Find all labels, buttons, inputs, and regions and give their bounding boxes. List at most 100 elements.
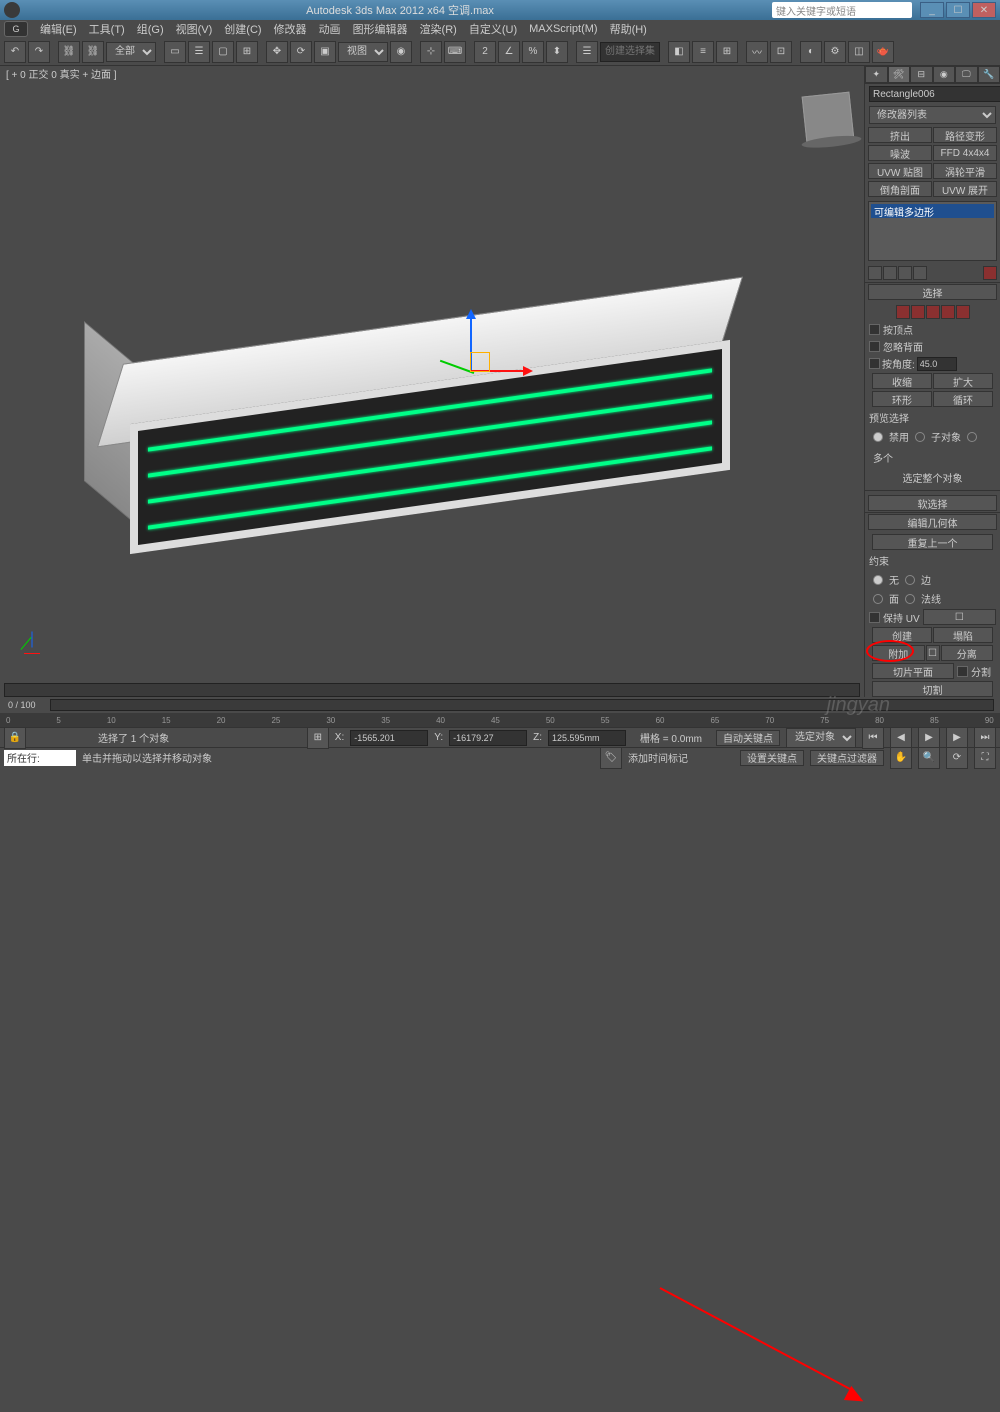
align-button[interactable]: ≡ xyxy=(692,41,714,63)
select-button[interactable]: ▭ xyxy=(164,41,186,63)
rotate-button[interactable]: ⟳ xyxy=(290,41,312,63)
subobj-element[interactable] xyxy=(956,305,970,319)
x-coord-input[interactable] xyxy=(350,730,428,746)
named-sel-button[interactable]: ☰ xyxy=(576,41,598,63)
viewport-scroll-h[interactable] xyxy=(4,683,860,697)
menu-animation[interactable]: 动画 xyxy=(313,21,347,37)
ref-coord-system[interactable]: 视图 xyxy=(338,42,388,62)
selection-filter[interactable]: 全部 xyxy=(106,42,156,62)
undo-button[interactable]: ↶ xyxy=(4,41,26,63)
menu-graph[interactable]: 图形编辑器 xyxy=(347,21,414,37)
set-key-button[interactable]: 设置关键点 xyxy=(740,750,804,766)
mod-ffd[interactable]: FFD 4x4x4 xyxy=(933,145,997,161)
menu-view[interactable]: 视图(V) xyxy=(170,21,219,37)
link-button[interactable]: ⛓ xyxy=(58,41,80,63)
constraint-edge-radio[interactable] xyxy=(905,575,915,585)
detach-button[interactable]: 分离 xyxy=(941,645,994,661)
cut-button[interactable]: 切割 xyxy=(872,681,993,697)
collapse-button[interactable]: 塌陷 xyxy=(933,627,993,643)
pan-view-button[interactable]: ✋ xyxy=(890,747,912,769)
by-vertex-check[interactable] xyxy=(869,324,880,335)
menu-group[interactable]: 组(G) xyxy=(131,21,170,37)
repeat-last-button[interactable]: 重复上一个 xyxy=(872,534,993,550)
constraint-face-radio[interactable] xyxy=(873,594,883,604)
viewport-label[interactable]: [ + 0 正交 0 真实 + 边面 ] xyxy=(0,66,864,82)
show-end-button[interactable] xyxy=(883,266,897,280)
timeline-ruler[interactable]: 051015202530354045505560657075808590 xyxy=(0,713,1000,727)
object-name-input[interactable] xyxy=(869,86,1000,102)
application-menu-button[interactable]: G xyxy=(4,21,28,37)
render-setup-button[interactable]: ⚙ xyxy=(824,41,846,63)
key-filters-button[interactable]: 关键点过滤器 xyxy=(810,750,884,766)
subobj-border[interactable] xyxy=(926,305,940,319)
subobj-polygon[interactable] xyxy=(941,305,955,319)
attach-list-button[interactable]: ☐ xyxy=(926,645,940,661)
attach-button[interactable]: 附加 xyxy=(872,645,925,661)
redo-button[interactable]: ↷ xyxy=(28,41,50,63)
schematic-button[interactable]: ⊡ xyxy=(770,41,792,63)
subobj-vertex[interactable] xyxy=(896,305,910,319)
rollout-selection[interactable]: 选择 xyxy=(868,284,997,300)
keyboard-shortcut-button[interactable]: ⌨ xyxy=(444,41,466,63)
mod-extrude[interactable]: 挤出 xyxy=(868,127,932,143)
absolute-mode-button[interactable]: ⊞ xyxy=(307,727,329,749)
pivot-button[interactable]: ◉ xyxy=(390,41,412,63)
viewcube[interactable] xyxy=(802,92,855,145)
move-button[interactable]: ✥ xyxy=(266,41,288,63)
loop-button[interactable]: 循环 xyxy=(933,391,993,407)
perspective-viewport[interactable] xyxy=(0,82,864,683)
configure-sets-button[interactable] xyxy=(983,266,997,280)
menu-modifiers[interactable]: 修改器 xyxy=(268,21,313,37)
key-target-select[interactable]: 选定对象 xyxy=(786,728,856,748)
motion-tab[interactable]: ◉ xyxy=(933,66,956,83)
slice-plane-button[interactable]: 切片平面 xyxy=(872,663,954,679)
preview-subobj-radio[interactable] xyxy=(915,432,925,442)
select-name-button[interactable]: ☰ xyxy=(188,41,210,63)
menu-tools[interactable]: 工具(T) xyxy=(83,21,131,37)
split-check[interactable] xyxy=(957,666,968,677)
zoom-button[interactable]: 🔍 xyxy=(918,747,940,769)
named-selection-set-input[interactable] xyxy=(600,42,660,62)
spinner-snap-button[interactable]: ⬍ xyxy=(546,41,568,63)
menu-render[interactable]: 渲染(R) xyxy=(414,21,463,37)
mirror-button[interactable]: ◧ xyxy=(668,41,690,63)
y-coord-input[interactable] xyxy=(449,730,527,746)
orbit-button[interactable]: ⟳ xyxy=(946,747,968,769)
maximize-button[interactable]: ☐ xyxy=(946,2,970,18)
snap-2d-button[interactable]: 2 xyxy=(474,41,496,63)
modify-tab[interactable]: 🛠 xyxy=(888,66,911,83)
preserve-uv-settings[interactable]: ☐ xyxy=(923,609,996,625)
by-angle-check[interactable] xyxy=(869,358,880,369)
time-tag-button[interactable]: 🏷 xyxy=(600,747,622,769)
mod-bevelprofile[interactable]: 倒角剖面 xyxy=(868,181,932,197)
play-button[interactable]: ▶ xyxy=(918,727,940,749)
stack-editable-poly[interactable]: 可编辑多边形 xyxy=(871,204,994,218)
layer-button[interactable]: ⊞ xyxy=(716,41,738,63)
mod-uvwunwrap[interactable]: UVW 展开 xyxy=(933,181,997,197)
constraint-normal-radio[interactable] xyxy=(905,594,915,604)
create-button[interactable]: 创建 xyxy=(872,627,932,643)
menu-edit[interactable]: 编辑(E) xyxy=(34,21,83,37)
window-crossing-button[interactable]: ⊞ xyxy=(236,41,258,63)
scene-object-ac[interactable] xyxy=(90,322,740,542)
menu-customize[interactable]: 自定义(U) xyxy=(463,21,523,37)
manipulator-button[interactable]: ⊹ xyxy=(420,41,442,63)
mod-uvwmap[interactable]: UVW 贴图 xyxy=(868,163,932,179)
constraint-none-radio[interactable] xyxy=(873,575,883,585)
grow-button[interactable]: 扩大 xyxy=(933,373,993,389)
preview-off-radio[interactable] xyxy=(873,432,883,442)
auto-key-button[interactable]: 自动关键点 xyxy=(716,730,780,746)
script-listener[interactable]: 所在行: xyxy=(4,750,76,766)
ignore-back-check[interactable] xyxy=(869,341,880,352)
subobj-edge[interactable] xyxy=(911,305,925,319)
mod-turbosmooth[interactable]: 涡轮平滑 xyxy=(933,163,997,179)
unlink-button[interactable]: ⛓ xyxy=(82,41,104,63)
goto-end-button[interactable]: ⏭ xyxy=(974,727,996,749)
time-slider[interactable] xyxy=(50,699,994,711)
goto-start-button[interactable]: ⏮ xyxy=(862,727,884,749)
mod-noise[interactable]: 噪波 xyxy=(868,145,932,161)
snap-percent-button[interactable]: % xyxy=(522,41,544,63)
angle-spinner[interactable] xyxy=(917,357,957,371)
close-button[interactable]: ✕ xyxy=(972,2,996,18)
material-editor-button[interactable]: ◐ xyxy=(800,41,822,63)
